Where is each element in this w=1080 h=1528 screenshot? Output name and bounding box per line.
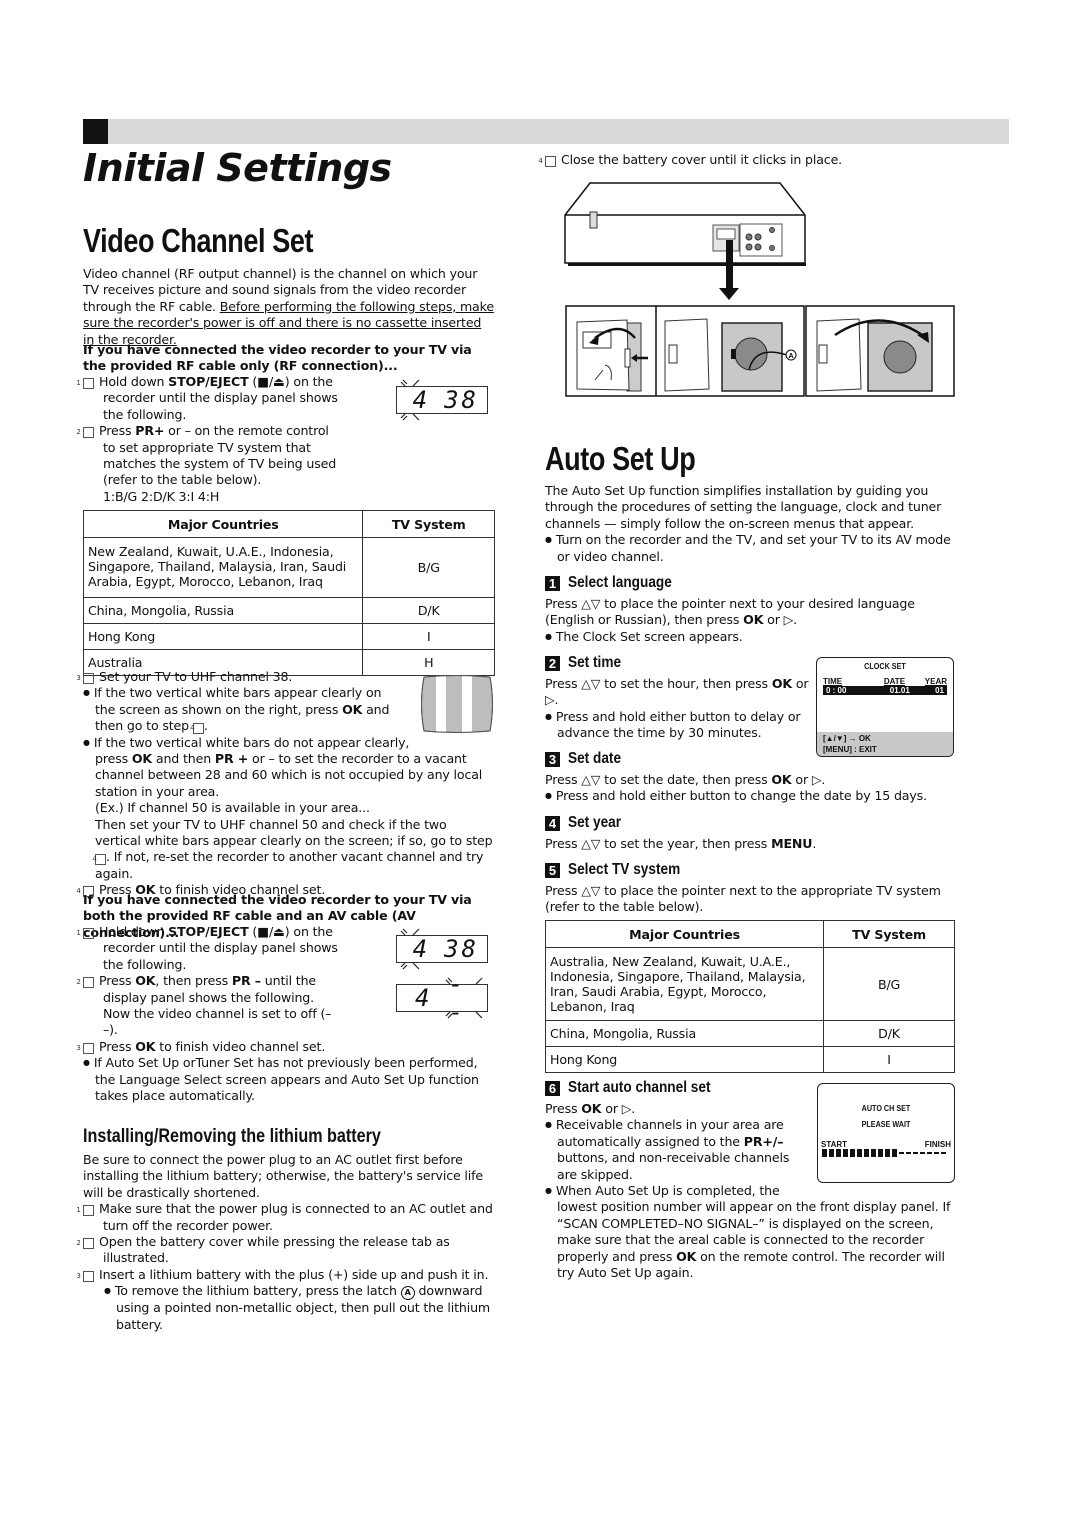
step-3-body: Press △▽ to set the date, then press OK …: [545, 772, 957, 805]
section-heading-video-channel-set: Video Channel Set: [83, 222, 314, 259]
rf-step-2: 2 Press PR+ or – on the remote control to…: [76, 423, 337, 504]
progress-block-filled: [892, 1149, 897, 1157]
battery-remove-bullet: To remove the lithium battery, press the…: [83, 1283, 495, 1333]
rf-step-1: 1 Hold down STOP/EJECT (■/⏏) on the recor…: [76, 374, 338, 422]
step-4-body: Press △▽ to set the year, then press MEN…: [545, 836, 817, 851]
clock-set-screen: CLOCK SET TIME DATE YEAR 0 : 00 01.01 01…: [816, 657, 954, 757]
progress-block-filled: [864, 1149, 869, 1157]
clock-set-title: CLOCK SET: [864, 662, 906, 671]
table-row: New Zealand, Kuwait, U.A.E., Indonesia, …: [82, 537, 495, 598]
clock-set-values: 0 : 00 01.01 01: [823, 686, 947, 695]
step-1-body: Press △▽ to place the pointer next to yo…: [545, 596, 957, 645]
tv-system-table-1: Major Countries TV System New Zealand, K…: [82, 510, 495, 676]
progress-block-filled: [836, 1149, 841, 1157]
lcd-channel: 38: [444, 386, 479, 414]
progress-block-empty: [934, 1152, 939, 1154]
table-row: Hong Kong I: [544, 1046, 955, 1073]
step-6-bullet-2: When Auto Set Up is completed, thelowest…: [545, 1183, 957, 1281]
clock-set-hints: [▲/▼] → OK [MENU] : EXIT: [817, 732, 953, 756]
table-header-row: Major Countries TV System: [544, 920, 955, 948]
latch-a-label: A: [789, 353, 794, 360]
progress-block-filled: [843, 1149, 848, 1157]
step-2-heading: 2 Set time: [545, 654, 628, 672]
progress-block-filled: [871, 1149, 876, 1157]
progress-block-empty: [941, 1152, 946, 1154]
progress-block-empty: [906, 1152, 911, 1154]
latch-a-icon: A: [400, 1286, 415, 1301]
blink-marks-icon: [400, 928, 420, 970]
header-bar: [83, 119, 1009, 144]
step-6-bullet-1: Receivable channels in your area are aut…: [545, 1117, 797, 1183]
section-heading-battery: Installing/Removing the lithium battery: [83, 1126, 381, 1147]
section-heading-auto-set-up: Auto Set Up: [545, 440, 696, 477]
step-3-heading: 3 Set date: [545, 750, 628, 768]
av-bullet-language-select: If Auto Set Up orTuner Set has not previ…: [83, 1055, 495, 1104]
clock-date-value: 01.01: [889, 686, 910, 695]
av-step-3: 3 Press OK to finish video channel set.: [76, 1038, 326, 1054]
progress-block-filled: [829, 1149, 834, 1157]
step-5-heading: 5 Select TV system: [545, 861, 696, 879]
auto-set-up-bullet: Turn on the recorder and the TV, and set…: [545, 532, 957, 565]
page-title: Initial Settings: [83, 146, 392, 190]
blink-marks-icon: [445, 977, 483, 1019]
clock-time-value: 0 : 00: [826, 686, 847, 695]
panel-open-cover: [576, 319, 648, 392]
table-row: Hong Kong I: [82, 623, 495, 650]
video-channel-intro: Video channel (RF output channel) is the…: [83, 266, 495, 348]
recorder-rear-illustration: [564, 182, 806, 300]
progress-labels: START FINISH: [821, 1140, 951, 1149]
clock-set-columns: TIME DATE YEAR: [823, 677, 947, 686]
header-marker: [83, 119, 108, 144]
step-5-body: Press △▽ to place the pointer next to th…: [545, 883, 941, 915]
progress-block-empty: [927, 1152, 932, 1154]
battery-cover-close-illustration: [805, 305, 955, 397]
battery-step-4: 4 Close the battery cover until it clicks…: [538, 152, 843, 167]
progress-block-filled: [878, 1149, 883, 1157]
auto-ch-title: AUTO CH SET: [861, 1104, 911, 1113]
rf-connection-heading: If you have connected the video recorder…: [83, 342, 472, 374]
auto-ch-status: PLEASE WAIT: [861, 1120, 911, 1129]
bullet-bars-clear: If the two vertical white bars appear cl…: [83, 685, 395, 735]
step-1-heading: 1 Select language: [545, 574, 686, 592]
auto-ch-set-screen: AUTO CH SET PLEASE WAIT START FINISH: [817, 1083, 955, 1183]
step-4-heading: 4 Set year: [545, 814, 628, 832]
battery-step-3: 3 Insert a lithium battery with the plus …: [76, 1266, 489, 1282]
progress-block-filled: [850, 1149, 855, 1157]
progress-block-empty: [913, 1152, 918, 1154]
table-row: China, Mongolia, Russia D/K: [544, 1020, 955, 1047]
table-row: Australia, New Zealand, Kuwait, U.A.E., …: [544, 947, 955, 1021]
table-header-row: Major Countries TV System: [82, 510, 495, 538]
table-row: China, Mongolia, Russia D/K: [82, 597, 495, 624]
tv-system-codes: 1:B/G 2:D/K 3:I 4:H: [103, 488, 220, 504]
rf-steps: 1 Hold down STOP/EJECT (■/⏏) on the recor…: [76, 374, 343, 505]
panel-battery-latch: A: [664, 318, 797, 392]
step-2-body: Press △▽ to set the hour, then press OK …: [545, 676, 813, 742]
battery-intro: Be sure to connect the power plug to an …: [83, 1152, 483, 1200]
battery-cover-steps-illustration: A: [565, 305, 805, 397]
battery-step-2: 2 Open the battery cover while pressing t…: [76, 1234, 450, 1266]
tv-screen-white-bars-illustration: [421, 675, 493, 733]
progress-block-empty: [920, 1152, 925, 1154]
av-step-2: 2 Press OK, then press PR – until the dis…: [76, 973, 332, 1038]
tv-system-table-2: Major Countries TV System Australia, New…: [544, 920, 955, 1073]
progress-block-filled: [857, 1149, 862, 1157]
progress-block-filled: [885, 1149, 890, 1157]
av-step-1: 1 Hold down STOP/EJECT (■/⏏) on the recor…: [76, 924, 338, 972]
progress-block-filled: [822, 1149, 827, 1157]
battery-step-1: 1 Make sure that the power plug is connec…: [76, 1201, 493, 1233]
clock-year-value: 01: [935, 686, 944, 695]
bullet-bars-unclear: If the two vertical white bars do not ap…: [83, 735, 495, 883]
blink-marks-icon: [400, 379, 420, 421]
progress-block-empty: [899, 1152, 904, 1154]
auto-set-up-intro: The Auto Set Up function simplifies inst…: [545, 483, 957, 565]
auto-ch-progress-bar: [818, 1149, 954, 1157]
step-6-heading: 6 Start auto channel set: [545, 1079, 730, 1097]
battery-instructions: Be sure to connect the power plug to an …: [76, 1152, 495, 1333]
